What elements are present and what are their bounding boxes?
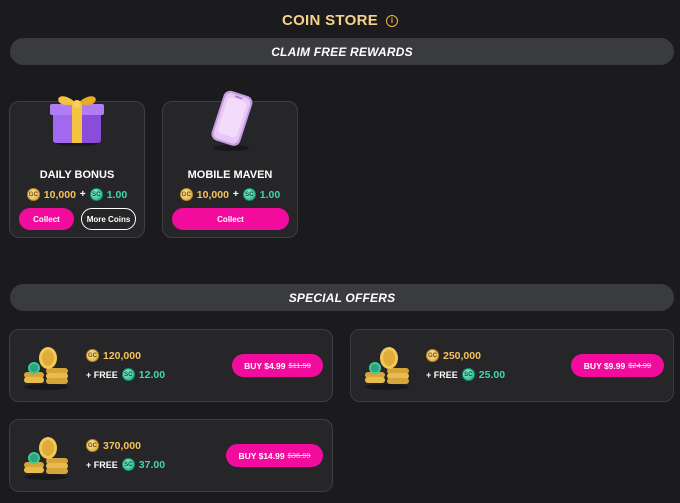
reward-card-mobile-maven: MOBILE MAVEN GC 10,000 + SC 1.00 Collect (162, 90, 298, 238)
reward-title: MOBILE MAVEN (187, 169, 273, 181)
reward-amounts: GC 10,000 + SC 1.00 (163, 188, 297, 201)
gc-amount: 10,000 (196, 188, 229, 201)
offer-card-120000: GC 120,000 + FREE SC 12.00 BUY $4.99 $11… (9, 329, 333, 402)
buy-price: BUY $14.99 (238, 450, 285, 461)
gold-coin-icon: GC (26, 188, 40, 201)
gift-box-icon (50, 96, 104, 146)
info-icon[interactable]: i (386, 14, 399, 27)
sweeps-coin-icon: SC (121, 368, 135, 381)
offer-card-250000: GC 250,000 + FREE SC 25.00 BUY $9.99 $24… (350, 329, 674, 402)
gold-coin-icon: GC (426, 349, 439, 362)
buy-price: BUY $9.99 (583, 360, 626, 371)
original-price: $36.99 (287, 451, 311, 460)
sc-amount: 37.00 (138, 458, 166, 471)
gc-amount: 120,000 (103, 349, 141, 362)
plus-sign: + (79, 189, 86, 200)
offer-sc-line: + FREE SC 37.00 (86, 458, 165, 471)
collect-button[interactable]: Collect (172, 208, 289, 230)
sc-amount: 1.00 (106, 188, 128, 201)
sweeps-coin-icon: SC (242, 188, 256, 201)
sweeps-coin-icon: SC (121, 458, 135, 471)
section-header-special-offers: SPECIAL OFFERS (10, 284, 674, 311)
buy-button[interactable]: BUY $4.99 $11.99 (232, 354, 323, 377)
coin-stack-icon (24, 437, 68, 480)
buy-button[interactable]: BUY $9.99 $24.99 (571, 354, 664, 377)
phone-icon (211, 90, 253, 151)
plus-sign: + (232, 189, 239, 200)
original-price: $11.99 (288, 361, 311, 370)
sc-amount: 12.00 (138, 368, 166, 381)
original-price: $24.99 (628, 361, 652, 370)
coin-stack-icon (24, 347, 68, 390)
section-header-free-rewards: CLAIM FREE REWARDS (10, 38, 674, 65)
coin-stack-icon (365, 347, 409, 390)
page-title: COIN STORE (281, 12, 379, 29)
reward-amounts: GC 10,000 + SC 1.00 (10, 188, 144, 201)
gc-amount: 370,000 (103, 439, 141, 452)
offer-gc-line: GC 120,000 (86, 349, 141, 362)
reward-title: DAILY BONUS (39, 169, 115, 181)
gold-coin-icon: GC (86, 439, 99, 452)
more-coins-button[interactable]: More Coins (81, 208, 136, 230)
gold-coin-icon: GC (86, 349, 99, 362)
gold-coin-icon: GC (179, 188, 193, 201)
offer-gc-line: GC 370,000 (86, 439, 141, 452)
sweeps-coin-icon: SC (461, 368, 475, 381)
buy-price: BUY $4.99 (244, 360, 286, 371)
free-label: + FREE (86, 369, 118, 380)
sc-amount: 25.00 (478, 368, 506, 381)
buy-button[interactable]: BUY $14.99 $36.99 (226, 444, 323, 467)
offer-sc-line: + FREE SC 25.00 (426, 368, 505, 381)
reward-card-daily-bonus: DAILY BONUS GC 10,000 + SC 1.00 Collect … (9, 96, 145, 238)
offer-sc-line: + FREE SC 12.00 (86, 368, 165, 381)
collect-button[interactable]: Collect (19, 208, 74, 230)
free-label: + FREE (86, 459, 118, 470)
offer-gc-line: GC 250,000 (426, 349, 481, 362)
offer-card-370000: GC 370,000 + FREE SC 37.00 BUY $14.99 $3… (9, 419, 333, 492)
header: COIN STORE i (0, 12, 680, 29)
gc-amount: 10,000 (43, 188, 76, 201)
gc-amount: 250,000 (443, 349, 481, 362)
free-label: + FREE (426, 369, 458, 380)
sc-amount: 1.00 (259, 188, 281, 201)
sweeps-coin-icon: SC (89, 188, 103, 201)
